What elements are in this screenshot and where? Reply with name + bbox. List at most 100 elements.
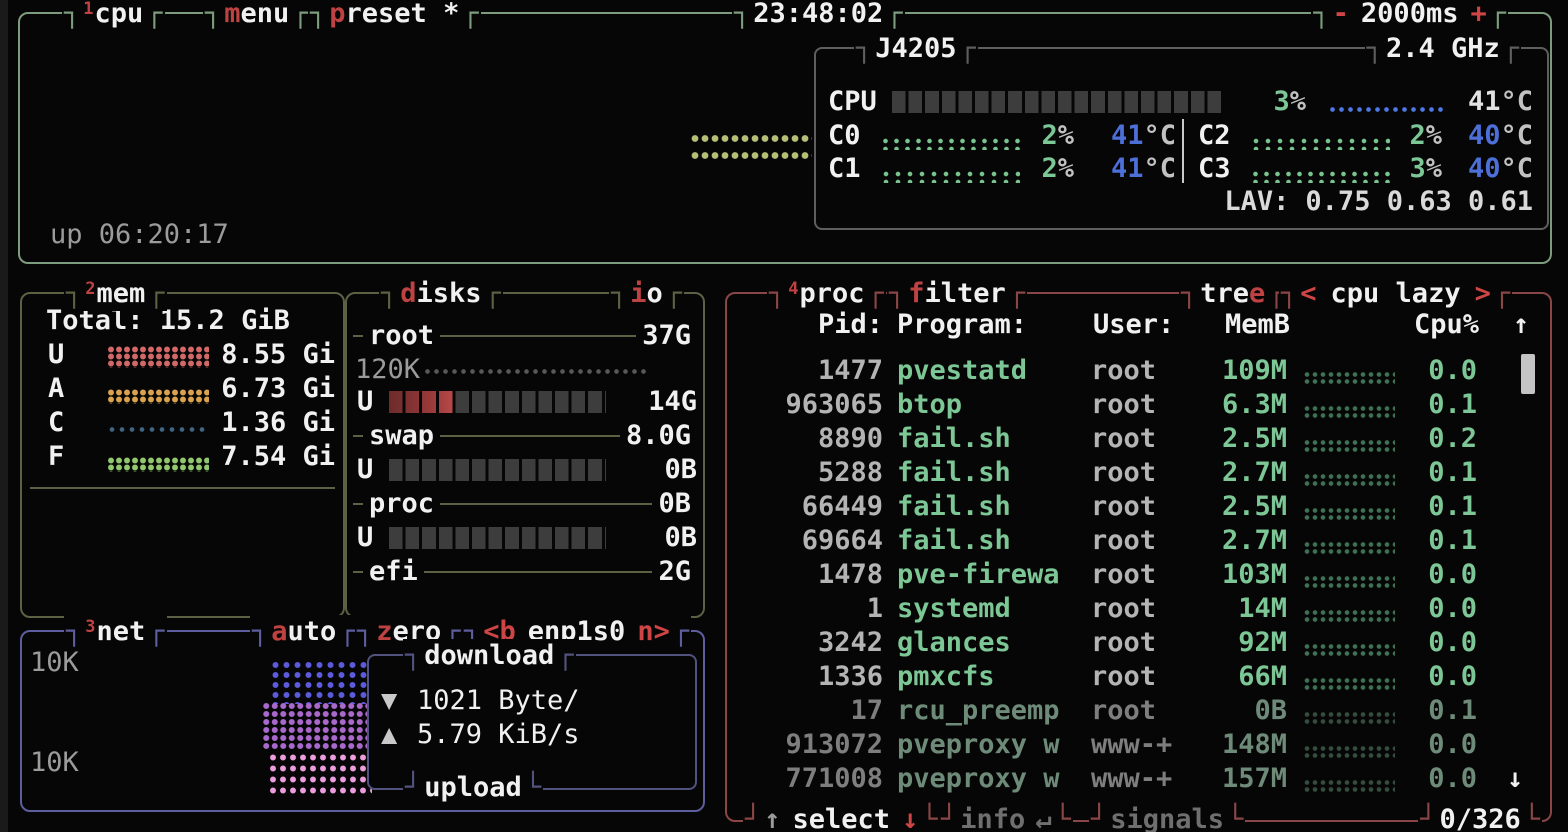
process-program: fail.sh <box>897 422 1011 456</box>
io-hotkey: i <box>630 278 646 309</box>
mem-available-value: 6.73 Gi <box>195 372 335 406</box>
process-row[interactable]: 66449 fail.sh root 2.5M 0.1 <box>727 490 1532 524</box>
net-panel: 3net auto zero <benp1s0n> 10K 10K downlo… <box>20 630 705 812</box>
process-user: root <box>1091 558 1156 592</box>
process-pid: 963065 <box>743 388 883 422</box>
select-down-icon: ↓ <box>902 804 918 832</box>
process-row[interactable]: 1477 pvestatd root 109M 0.0 <box>727 354 1532 388</box>
header-user: User: <box>1093 308 1174 342</box>
process-row[interactable]: 963065 btop root 6.3M 0.1 <box>727 388 1532 422</box>
net-speed-box: download ▼ 1021 Byte/ ▲ 5.79 KiB/s uploa… <box>367 654 697 790</box>
cpu-model: J4205 <box>875 33 956 64</box>
process-mem: 103M <box>1179 558 1287 592</box>
selection-count: 0/326 <box>1439 804 1520 832</box>
tab-disks[interactable]: disks <box>379 277 503 311</box>
process-pid: 8890 <box>743 422 883 456</box>
process-row[interactable]: 3242 glances root 92M 0.0 <box>727 626 1532 660</box>
net-scale-bottom: 10K <box>30 746 79 780</box>
iface-next-button[interactable]: n> <box>637 616 670 647</box>
info-control[interactable]: info↵ <box>939 803 1073 832</box>
info-label: info <box>960 804 1025 832</box>
interval-decrease-button[interactable]: - <box>1333 0 1349 29</box>
process-row[interactable]: 913072 pveproxy w www-+ 148M 0.0 <box>727 728 1532 762</box>
tab-mem[interactable]: 2mem <box>64 277 167 311</box>
process-row[interactable]: 69664 fail.sh root 2.7M 0.1 <box>727 524 1532 558</box>
tree-hotkey: e <box>1249 278 1265 309</box>
disk-root-io-graph <box>423 368 647 375</box>
menu-hotkey: m <box>224 0 240 29</box>
interval-increase-button[interactable]: + <box>1470 0 1486 29</box>
select-up-icon: ↑ <box>764 804 780 832</box>
signals-control[interactable]: signals <box>1089 803 1245 832</box>
process-cpu: 0.0 <box>1373 660 1477 694</box>
disk-swap-used: 0B <box>587 453 697 487</box>
disk-proc-meter <box>389 527 606 549</box>
header-pid: Pid: <box>743 308 883 342</box>
sort-next-button[interactable]: > <box>1475 278 1491 309</box>
disk-swap-meter-key: U <box>357 453 373 487</box>
process-mem: 2.7M <box>1179 524 1287 558</box>
sort-prev-button[interactable]: < <box>1300 278 1316 309</box>
process-mem: 92M <box>1179 626 1287 660</box>
auto-hotkey: a <box>271 616 287 647</box>
disk-root-meter-key: U <box>357 385 373 419</box>
tab-net[interactable]: 3net <box>64 615 167 649</box>
disk-proc-meter-key: U <box>357 521 373 555</box>
header-cpu: Cpu% <box>1375 308 1479 342</box>
sort-switcher: <cpu lazy> <box>1279 277 1512 311</box>
cpu-usage-graph <box>690 130 812 166</box>
disk-swap-meter <box>389 459 606 481</box>
process-mem: 2.7M <box>1179 456 1287 490</box>
process-row[interactable]: 8890 fail.sh root 2.5M 0.2 <box>727 422 1532 456</box>
process-cpu: 0.1 <box>1373 694 1477 728</box>
process-row[interactable]: 1478 pve-firewa root 103M 0.0 <box>727 558 1532 592</box>
process-cpu: 0.2 <box>1373 422 1477 456</box>
core-c0-temp: 41°C <box>1088 119 1176 153</box>
mem-tab-label: mem <box>97 278 146 309</box>
sort-direction-icon: ↑ <box>1513 308 1529 342</box>
mem-cached-graph <box>107 426 209 433</box>
process-program: fail.sh <box>897 456 1011 490</box>
interval-value: 2000ms <box>1361 0 1459 29</box>
process-row[interactable]: 17 rcu_preemp root 0B 0.1 <box>727 694 1532 728</box>
core-c2-temp: 40°C <box>1433 119 1533 153</box>
process-row[interactable]: 1 systemd root 14M 0.0 <box>727 592 1532 626</box>
preset-button[interactable]: preset * <box>308 0 481 31</box>
tab-cpu[interactable]: 1cpu <box>62 0 165 31</box>
process-pid: 69664 <box>743 524 883 558</box>
process-mem: 157M <box>1179 762 1287 796</box>
process-program: rcu_preemp <box>897 694 1060 728</box>
process-user: root <box>1091 388 1156 422</box>
net-auto-button[interactable]: auto <box>250 615 358 649</box>
update-interval: -2000ms + <box>1311 0 1508 31</box>
process-pid: 771008 <box>743 762 883 796</box>
process-cpu: 0.0 <box>1373 354 1477 388</box>
proc-tab-label: proc <box>800 278 865 309</box>
mem-cached-key: C <box>48 406 64 440</box>
select-control[interactable]: ↑select↓ <box>743 803 940 832</box>
process-row[interactable]: 5288 fail.sh root 2.7M 0.1 <box>727 456 1532 490</box>
process-user: root <box>1091 694 1156 728</box>
clock: 23:48:02 <box>732 0 905 31</box>
process-cpu: 0.0 <box>1373 558 1477 592</box>
process-mem: 6.3M <box>1179 388 1287 422</box>
core-c0-label: C0 <box>828 119 861 153</box>
load-average: LAV:0.75 0.63 0.61 <box>1113 185 1533 219</box>
disk-root-meter <box>389 391 606 413</box>
tree-button[interactable]: tree <box>1179 277 1287 311</box>
mem-available-key: A <box>48 372 64 406</box>
process-user: www-+ <box>1091 762 1172 796</box>
net-upload-graph <box>268 752 372 798</box>
menu-button[interactable]: menu <box>203 0 311 31</box>
net-tab-label: net <box>97 616 146 647</box>
cpu-frequency-value: 2.4 GHz <box>1386 33 1500 64</box>
menu-label: enu <box>241 0 290 29</box>
process-pid: 1477 <box>743 354 883 388</box>
process-row[interactable]: 771008 pveproxy w www-+ 157M 0.0 <box>727 762 1532 796</box>
io-mode-button[interactable]: io <box>609 277 684 311</box>
tree-label: tre <box>1200 278 1249 309</box>
tab-proc[interactable]: 4proc <box>767 277 886 311</box>
process-row[interactable]: 1336 pmxcfs root 66M 0.0 <box>727 660 1532 694</box>
upload-arrow-icon: ▲ <box>381 718 397 752</box>
filter-button[interactable]: filter <box>887 277 1027 311</box>
